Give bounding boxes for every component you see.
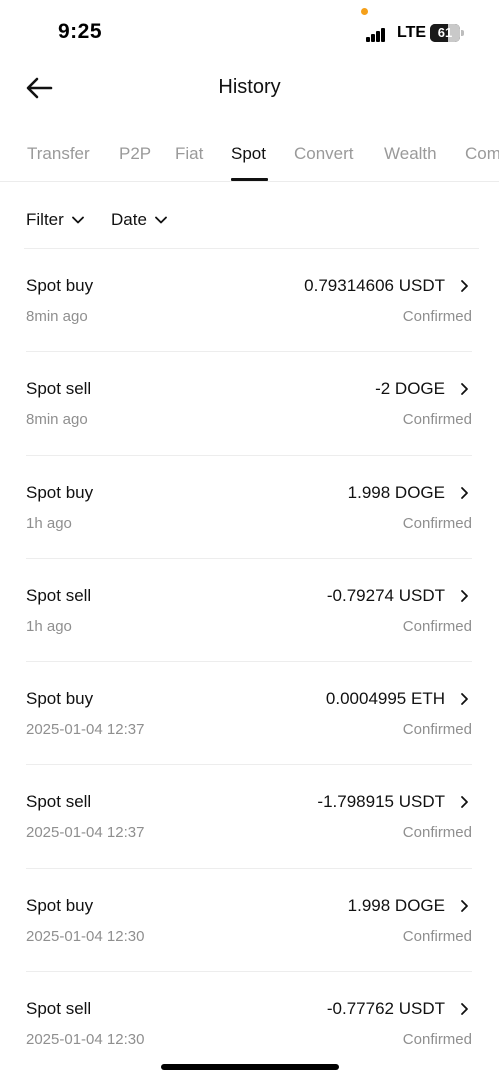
chevron-right-icon <box>461 1003 468 1015</box>
transaction-time: 2025-01-04 12:37 <box>26 721 145 739</box>
cellular-signal-icon <box>366 26 388 42</box>
tab-com[interactable]: Com <box>465 144 499 164</box>
chevron-right-icon <box>461 280 468 292</box>
home-indicator[interactable] <box>161 1064 339 1070</box>
transaction-amount: -0.79274 USDT <box>326 585 445 605</box>
transaction-status: Confirmed <box>402 617 472 635</box>
transaction-type: Spot buy <box>26 276 94 295</box>
transaction-type: Spot sell <box>26 585 92 605</box>
transaction-row[interactable]: Spot buy 8min ago 0.79314606 USDT Confir… <box>26 249 472 353</box>
tab-p2p[interactable]: P2P <box>119 144 151 164</box>
transaction-type: Spot buy <box>26 895 94 915</box>
transaction-type: Spot sell <box>26 379 92 399</box>
transaction-time: 2025-01-04 12:30 <box>26 927 145 945</box>
network-type: LTE <box>397 24 427 41</box>
transaction-type: Spot buy <box>26 689 94 709</box>
transaction-amount: -2 DOGE <box>375 379 445 399</box>
date-dropdown[interactable]: Date <box>111 210 167 230</box>
transaction-row[interactable]: Spot sell 1h ago -0.79274 USDT Confirmed <box>26 559 472 663</box>
transaction-type: Spot buy <box>26 482 94 502</box>
transaction-type: Spot sell <box>26 999 92 1019</box>
transaction-row[interactable]: Spot sell 2025-01-04 12:30 -0.77762 USDT… <box>26 972 472 1075</box>
transaction-row[interactable]: Spot buy 1h ago 1.998 DOGE Confirmed <box>26 456 472 559</box>
active-tab-indicator <box>231 178 268 181</box>
transaction-row[interactable]: Spot sell 2025-01-04 12:37 -1.798915 USD… <box>26 765 472 869</box>
transaction-status: Confirmed <box>402 721 472 739</box>
transaction-row[interactable]: Spot buy 2025-01-04 12:37 0.0004995 ETH … <box>26 662 472 766</box>
transaction-status: Confirmed <box>402 514 472 532</box>
transaction-list: Spot buy 8min ago 0.79314606 USDT Confir… <box>0 249 499 1075</box>
transaction-status: Confirmed <box>402 927 472 945</box>
privacy-indicator-dot <box>361 8 368 15</box>
tab-wealth[interactable]: Wealth <box>384 144 437 164</box>
chevron-right-icon <box>461 899 468 912</box>
transaction-time: 1h ago <box>26 514 72 532</box>
tab-fiat[interactable]: Fiat <box>175 144 203 164</box>
transaction-time: 8min ago <box>26 308 88 325</box>
date-label: Date <box>111 210 147 229</box>
battery-cap <box>461 30 464 36</box>
battery-level: 61 <box>437 25 453 40</box>
filter-label: Filter <box>26 210 64 229</box>
transaction-amount: 1.998 DOGE <box>347 895 445 915</box>
history-screen: 9:25 LTE 61 History Transfer P2P Fiat Sp… <box>0 0 499 1080</box>
transaction-amount: -1.798915 USDT <box>317 792 445 812</box>
transaction-row[interactable]: Spot buy 2025-01-04 12:30 1.998 DOGE Con… <box>26 869 472 973</box>
chevron-right-icon <box>461 693 468 706</box>
status-bar: 9:25 LTE 61 <box>0 0 499 60</box>
transaction-status: Confirmed <box>402 411 472 429</box>
filter-dropdown[interactable]: Filter <box>26 210 84 230</box>
status-time: 9:25 <box>58 20 103 43</box>
chevron-down-icon <box>71 216 84 224</box>
transaction-status: Confirmed <box>402 1031 472 1049</box>
transaction-row[interactable]: Spot sell 8min ago -2 DOGE Confirmed <box>26 352 472 456</box>
history-tabs: Transfer P2P Fiat Spot Convert Wealth Co… <box>0 134 499 182</box>
transaction-amount: 1.998 DOGE <box>347 482 445 502</box>
transaction-amount: 0.79314606 USDT <box>304 276 445 295</box>
chevron-right-icon <box>461 796 468 809</box>
chevron-down-icon <box>155 216 167 224</box>
page-title: History <box>218 76 281 98</box>
header: History <box>0 64 499 114</box>
tab-convert[interactable]: Convert <box>294 144 354 164</box>
transaction-amount: 0.0004995 ETH <box>325 689 445 709</box>
tab-spot[interactable]: Spot <box>231 144 266 164</box>
filter-bar: Filter Date <box>0 198 499 249</box>
transaction-amount: -0.77762 USDT <box>326 999 445 1019</box>
transaction-time: 1h ago <box>26 617 72 635</box>
chevron-right-icon <box>461 589 468 602</box>
transaction-time: 2025-01-04 12:37 <box>26 824 145 842</box>
transaction-time: 8min ago <box>26 411 88 429</box>
transaction-type: Spot sell <box>26 792 92 812</box>
chevron-right-icon <box>461 383 468 396</box>
battery-icon: 61 <box>430 24 460 42</box>
chevron-right-icon <box>461 486 468 499</box>
transaction-time: 2025-01-04 12:30 <box>26 1031 145 1049</box>
tab-transfer[interactable]: Transfer <box>27 144 90 164</box>
transaction-status: Confirmed <box>402 824 472 842</box>
transaction-status: Confirmed <box>402 308 472 325</box>
